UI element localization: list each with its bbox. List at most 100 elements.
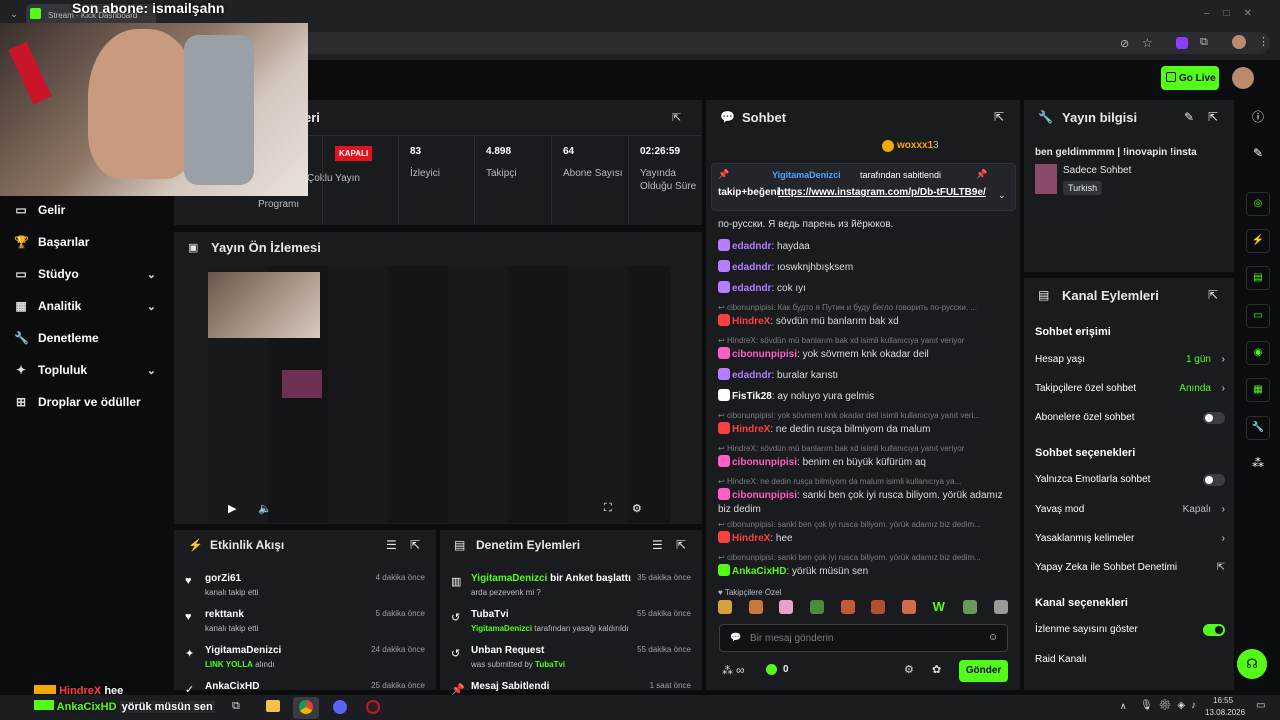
chat-message[interactable]: edadndr: haydaa	[718, 239, 1010, 254]
fullscreen-icon[interactable]: ⛶	[604, 502, 612, 515]
show-viewers-toggle[interactable]	[1203, 624, 1225, 636]
activity-item[interactable]: AnkaCixHD 25 dakika önce	[205, 681, 425, 693]
sidebar-item[interactable]: ▭ Gelir	[14, 200, 164, 220]
chat-username[interactable]: edadndr	[732, 262, 771, 273]
mod-action-item[interactable]: TubaTvi 55 dakika önce YigitamaDenizci tar…	[471, 609, 691, 639]
task-view-icon[interactable]: ⧉	[232, 700, 240, 713]
emote-7[interactable]	[901, 600, 916, 614]
community-icon[interactable]: ⁂	[1246, 456, 1270, 470]
reply-context[interactable]: ↩ HindreX: sövdün mü banlarım bak xd isi…	[718, 336, 1008, 345]
chat-username[interactable]: cibonunpipisi	[732, 349, 797, 360]
sidebar-item[interactable]: 🔧 Denetleme	[14, 328, 164, 348]
chrome-icon[interactable]	[299, 700, 313, 714]
edit-layout-icon[interactable]: ✎	[1246, 146, 1270, 160]
activity-item[interactable]: rekttank 5 dakika önce kanalı takip etti	[205, 609, 425, 639]
ai-mod-row[interactable]: Yapay Zeka ile Sohbet Denetimi ⇱	[1035, 562, 1225, 573]
reply-context[interactable]: ↩ cibonunpipisi: yok sövmem knk okadar d…	[718, 411, 1008, 420]
stream-preview[interactable]: ▶ 🔈 ⛶ ⚙	[208, 266, 670, 523]
top-gifter-name[interactable]: woxxx1	[897, 140, 933, 151]
chat-username[interactable]: FisTik28	[732, 391, 772, 402]
emote-6[interactable]	[871, 600, 886, 614]
slow-mode-row[interactable]: Yavaş mod Kapalı ›	[1035, 504, 1225, 515]
reply-context[interactable]: ↩ HindreX: ne dedin rusça bilmiyom da ma…	[718, 477, 1008, 486]
chat-message[interactable]: HindreX: sövdün mü banlarım bak xd	[718, 314, 1010, 329]
emote-5[interactable]	[840, 600, 855, 614]
popout-icon[interactable]: ⇱	[410, 538, 420, 552]
info-icon[interactable]: ⓘ	[1246, 108, 1270, 125]
emote-2[interactable]	[748, 600, 763, 614]
emote-4[interactable]	[809, 600, 824, 614]
chevron-down-icon[interactable]: ⌄	[147, 364, 156, 377]
rail-lightning-icon[interactable]: ⚡	[1246, 229, 1270, 253]
chat-message[interactable]: cibonunpipisi: benim en büyük küfürüm aq	[718, 455, 1010, 470]
emote-1[interactable]	[718, 600, 732, 614]
sidebar-item[interactable]: ▦ Analitik ⌄	[14, 296, 164, 316]
emote-3[interactable]	[779, 600, 794, 614]
chat-username[interactable]: edadndr	[732, 241, 771, 252]
tab-list-icon[interactable]: ⌄	[6, 6, 22, 22]
mod-action-item[interactable]: Unban Request 55 dakika önce was submitted…	[471, 645, 691, 675]
chat-message[interactable]: HindreX: hee	[718, 531, 1010, 546]
moderation-icon[interactable]: ✿	[932, 663, 941, 676]
emote-8[interactable]: W	[933, 600, 947, 614]
chat-message[interactable]: cibonunpipisi: sanki ben çok iyi rusca b…	[718, 488, 1010, 517]
discord-icon[interactable]	[333, 700, 347, 714]
bookmark-star-icon[interactable]: ☆	[1142, 36, 1153, 50]
tray-chevron-icon[interactable]: ∧	[1120, 701, 1127, 712]
banned-words-row[interactable]: Yasaklanmış kelimeler ›	[1035, 533, 1225, 544]
emote-9[interactable]	[963, 600, 978, 614]
mod-action-item[interactable]: Mesaj Sabitlendi 1 saat önce	[471, 681, 691, 693]
pinned-by[interactable]: YigitamaDenizci	[772, 170, 841, 180]
chevron-down-icon[interactable]: ⌄	[147, 300, 156, 313]
obs-icon[interactable]	[366, 700, 380, 714]
popout-icon[interactable]: ⇱	[1208, 288, 1218, 302]
edit-icon[interactable]: ✎	[1184, 110, 1194, 124]
pinned-message[interactable]: 📌 YigitamaDenizci tarafından sabitlendi …	[711, 163, 1016, 211]
chat-settings-icon[interactable]: ⚙	[904, 663, 914, 676]
rail-channel-icon[interactable]: ▦	[1246, 378, 1270, 402]
mod-action-item[interactable]: YigitamaDenizci bir Anket başlattı 35 dak…	[471, 573, 691, 603]
subs-only-toggle[interactable]	[1203, 412, 1225, 424]
chat-username[interactable]: HindreX	[732, 533, 770, 544]
settings-icon[interactable]: ⚙	[632, 502, 642, 515]
popout-icon[interactable]: ⇱	[1208, 110, 1218, 124]
chat-message[interactable]: edadndr: ıoswknjhbışksem	[718, 260, 1010, 275]
support-headset-icon[interactable]: ☊	[1237, 649, 1267, 679]
chat-message[interactable]: edadndr: buralar karıstı	[718, 368, 1010, 383]
emote-only-toggle[interactable]	[1203, 474, 1225, 486]
rail-chat-icon[interactable]: ▭	[1246, 304, 1270, 328]
popout-icon[interactable]: ⇱	[676, 538, 686, 552]
pinned-link[interactable]: https://www.instagram.com/p/Db-tFULTB9e/	[778, 187, 986, 198]
rail-broadcast-icon[interactable]: ◉	[1246, 341, 1270, 365]
browser-menu-icon[interactable]: ⋮	[1258, 35, 1269, 48]
followers-only-row[interactable]: Takipçilere özel sohbet Anında ›	[1035, 383, 1225, 394]
extension-icon[interactable]	[1176, 37, 1188, 49]
account-age-row[interactable]: Hesap yaşı 1 gün ›	[1035, 354, 1225, 365]
rail-document-icon[interactable]: ▤	[1246, 266, 1270, 290]
activity-item[interactable]: YigitamaDenizci 24 dakika önce LINK YOLLA …	[205, 645, 425, 675]
emote-10[interactable]	[993, 600, 1008, 614]
rail-wrench-icon[interactable]: 🔧	[1246, 416, 1270, 440]
tray-icons[interactable]: 🎙⚙◈♪	[1140, 700, 1202, 711]
volume-icon[interactable]: 🔈	[258, 502, 272, 515]
reply-context[interactable]: ↩ cibonunpipisi: sanki ben çok iyi rusca…	[718, 553, 1008, 562]
extensions-puzzle-icon[interactable]: ⧉	[1200, 36, 1208, 49]
popout-icon[interactable]: ⇱	[672, 110, 681, 124]
sidebar-item[interactable]: ▭ Stüdyo ⌄	[14, 264, 164, 284]
chat-username[interactable]: AnkaCixHD	[732, 566, 786, 577]
chat-username[interactable]: cibonunpipisi	[732, 490, 797, 501]
chat-username[interactable]: HindreX	[732, 424, 770, 435]
chat-username[interactable]: edadndr	[732, 370, 771, 381]
unpin-icon[interactable]: 📌	[976, 169, 987, 180]
chevron-down-icon[interactable]: ⌄	[998, 190, 1006, 201]
sidebar-item[interactable]: 🏆 Başarılar	[14, 232, 164, 252]
popout-icon[interactable]: ⇱	[994, 110, 1004, 124]
chat-message[interactable]: HindreX: ne dedin rusça bilmiyom da malu…	[718, 422, 1010, 437]
mod-action-target[interactable]: YigitamaDenizci	[471, 624, 532, 633]
filter-icon[interactable]: ☰	[652, 538, 663, 552]
reply-context[interactable]: ↩ HindreX: sövdün mü banlarım bak xd isi…	[718, 444, 1008, 453]
file-explorer-icon[interactable]	[266, 700, 280, 712]
chat-message[interactable]: cibonunpipisi: yok sövmem knk okadar dei…	[718, 347, 1010, 362]
profile-avatar-icon[interactable]	[1232, 35, 1246, 49]
chat-message[interactable]: edadndr: cok ıyı	[718, 281, 1010, 296]
